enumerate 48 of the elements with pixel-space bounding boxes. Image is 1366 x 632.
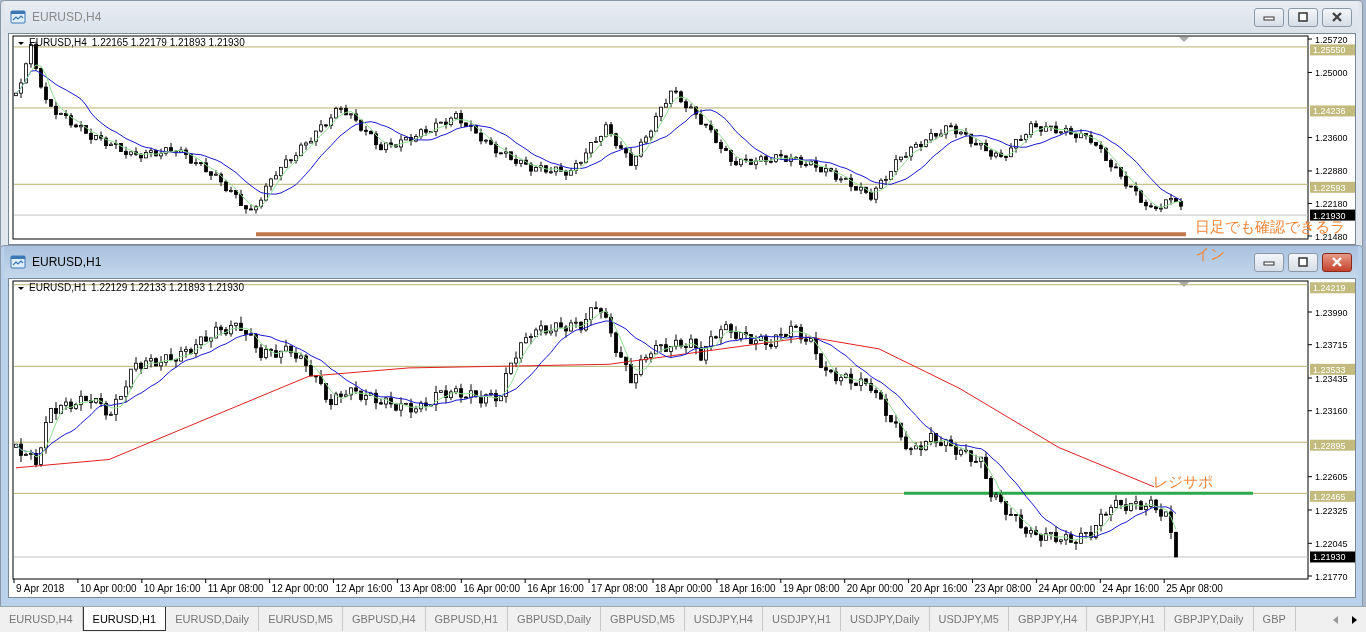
price-label: 1.23990 [1315,307,1348,318]
price-tag: 1.22465 [1310,490,1355,502]
window-title: EURUSD,H4 [32,10,102,24]
price-tag: 1.22593 [1310,181,1355,193]
window-title: EURUSD,H1 [32,255,102,269]
time-label: 12 Apr 16:00 [335,583,393,594]
price-label: 1.23715 [1315,340,1348,351]
current-price-tag: 1.21930 [1310,551,1355,563]
time-label: 24 Apr 16:00 [1102,583,1159,594]
current-price-tag: 1.21930 [1310,209,1355,221]
price-tag: 1.24236 [1310,105,1355,117]
price-label: 1.25000 [1315,67,1348,78]
time-label: 18 Apr 00:00 [655,583,712,594]
time-label: 10 Apr 16:00 [143,583,201,594]
time-label: 24 Apr 00:00 [1038,583,1096,594]
time-label: 20 Apr 00:00 [846,583,904,594]
price-label: 1.22180 [1315,199,1348,209]
time-label: 11 Apr 08:00 [207,583,264,594]
time-label: 10 Apr 00:00 [79,583,137,594]
time-label: 16 Apr 00:00 [463,583,520,594]
time-label: 19 Apr 08:00 [782,583,840,594]
price-label: 1.25720 [1315,34,1348,45]
time-label: 9 Apr 2018 [16,583,65,594]
price-label: 1.23435 [1315,373,1348,384]
time-label: 23 Apr 08:00 [974,583,1032,594]
price-label: 1.21770 [1315,571,1348,582]
time-label: 12 Apr 00:00 [271,583,329,594]
price-tag: 1.25550 [1310,44,1355,56]
time-label: 16 Apr 16:00 [527,583,584,594]
price-tag: 1.24219 [1310,282,1355,294]
chart-header: EURUSD,H4 1.22165 1.22179 1.21893 1.21930 [29,37,245,48]
chart-header: EURUSD,H1 1.22129 1.22133 1.21893 1.21930 [29,282,244,293]
price-label: 1.22045 [1315,538,1348,549]
time-label: 18 Apr 16:00 [718,583,776,594]
price-tag: 1.22895 [1310,439,1355,451]
time-label: 17 Apr 08:00 [591,583,648,594]
price-label: 1.22605 [1315,472,1348,483]
price-label: 1.23160 [1315,406,1348,417]
chart-annotation: イン [1195,246,1225,261]
time-label: 20 Apr 16:00 [910,583,968,594]
time-label: 13 Apr 08:00 [399,583,457,594]
chart-tab[interactable]: EURUSD,H1 [82,607,167,631]
price-tag: 1.23533 [1310,363,1355,375]
price-label: 1.22880 [1315,166,1348,177]
price-label: 1.23600 [1315,133,1348,143]
chart-annotation: レジサポ [1153,474,1213,489]
time-label: 25 Apr 08:00 [1166,583,1223,594]
price-label: 1.22325 [1315,505,1348,516]
